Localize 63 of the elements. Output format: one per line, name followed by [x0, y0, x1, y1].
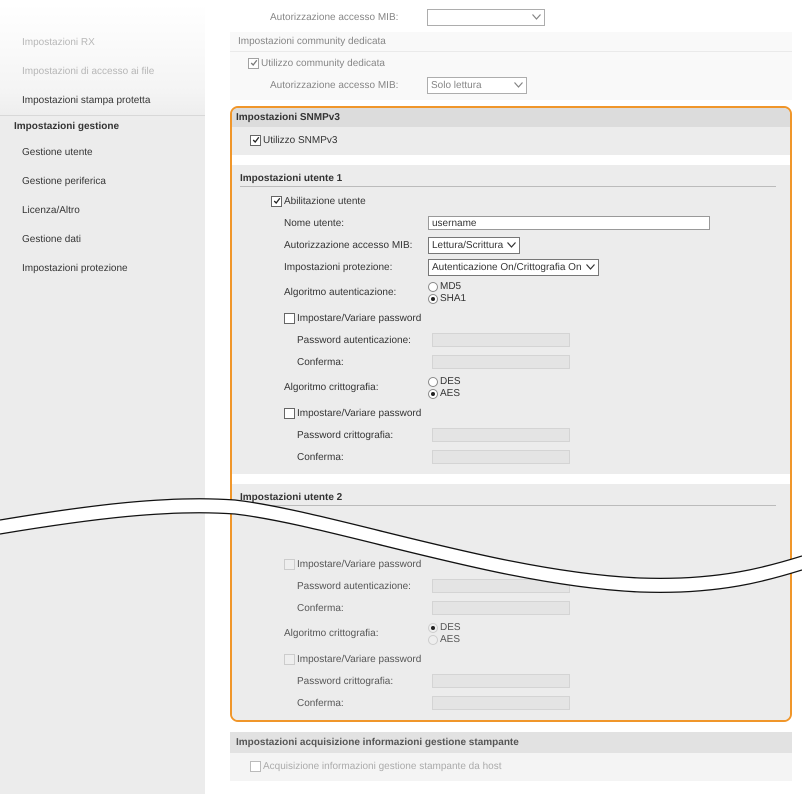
checkbox-label: Acquisizione informazioni gestione stampante da host [263, 760, 502, 772]
sidebar-heading: Impostazioni gestione [0, 115, 205, 138]
checkbox-label: Utilizzo community dedicata [261, 58, 385, 68]
dropdown[interactable]: Lettura/Scrittura [428, 236, 520, 254]
password-field[interactable] [432, 355, 570, 369]
chevron-down-icon [586, 264, 595, 270]
section-heading: Impostazioni utente 1 [240, 165, 776, 187]
field-label: Autorizzazione accesso MIB: [270, 80, 400, 90]
sidebar-item[interactable]: Gestione utente [0, 138, 205, 167]
checkbox-label: Utilizzo SNMPv3 [263, 134, 338, 146]
section-heading: Impostazioni community dedicata [230, 32, 792, 52]
radio-label: SHA1 [440, 293, 466, 304]
sidebar-item[interactable]: Gestione periferica [0, 167, 205, 196]
dropdown[interactable]: Solo lettura [427, 76, 527, 94]
checkbox-label: Impostare/Variare password [297, 558, 422, 570]
field-label: Conferma: [297, 356, 345, 368]
checkbox[interactable] [248, 58, 259, 68]
radio-label: DES [440, 622, 461, 633]
checkbox[interactable] [284, 408, 295, 418]
checkbox[interactable] [271, 196, 282, 206]
radio-label: AES [440, 634, 460, 645]
field-label: Impostazioni protezione: [284, 262, 394, 272]
radio-label: AES [440, 388, 460, 399]
dropdown[interactable]: Autenticazione On/Crittografia On [428, 258, 599, 276]
sidebar-item[interactable]: Licenza/Altro [0, 196, 205, 225]
field-label: Password autenticazione: [297, 334, 412, 346]
field-label: Autorizzazione accesso MIB: [284, 240, 414, 250]
field-label: Password crittografia: [297, 676, 394, 686]
radio-button[interactable] [428, 376, 438, 386]
checkbox-label: Impostare/Variare password [297, 408, 422, 418]
section-heading: Impostazioni SNMPv3 [232, 108, 790, 127]
field-label: Algoritmo autenticazione: [284, 287, 398, 298]
sidebar-item[interactable]: Gestione dati [0, 225, 205, 254]
checkbox[interactable] [250, 134, 261, 146]
field-label: Algoritmo crittografia: [284, 382, 380, 393]
field-label: Password crittografia: [297, 430, 394, 440]
password-field[interactable] [432, 450, 570, 464]
password-field[interactable] [432, 428, 570, 442]
chevron-down-icon [514, 82, 523, 88]
password-field[interactable] [432, 333, 570, 347]
section-heading: Impostazioni acquisizione informazioni gestione stampante [230, 732, 792, 753]
sidebar-item[interactable]: Impostazioni stampa protetta [0, 86, 205, 115]
radio-button[interactable] [428, 388, 438, 398]
field-label: Algoritmo crittografia: [284, 628, 380, 639]
field-label: Autorizzazione accesso MIB: [270, 12, 400, 22]
sidebar-item[interactable]: Impostazioni protezione [0, 254, 205, 283]
text-field[interactable]: username [428, 216, 710, 230]
field-label: Conferma: [297, 602, 345, 614]
checkbox[interactable] [284, 312, 295, 324]
checkbox-label: Impostare/Variare password [297, 654, 422, 664]
radio-label: MD5 [440, 281, 462, 292]
radio-label: DES [440, 376, 461, 387]
checkbox-label: Impostare/Variare password [297, 312, 422, 324]
radio-button[interactable] [428, 282, 438, 292]
field-label: Conferma: [297, 698, 345, 708]
field-label: Password autenticazione: [297, 580, 412, 592]
dropdown[interactable] [427, 8, 545, 26]
chevron-down-icon [532, 14, 541, 20]
field-label: Conferma: [297, 452, 345, 462]
field-label: Nome utente: [284, 218, 346, 228]
radio-button[interactable] [428, 294, 438, 304]
checkbox-label: Abilitazione utente [284, 196, 366, 206]
chevron-down-icon [507, 242, 516, 248]
